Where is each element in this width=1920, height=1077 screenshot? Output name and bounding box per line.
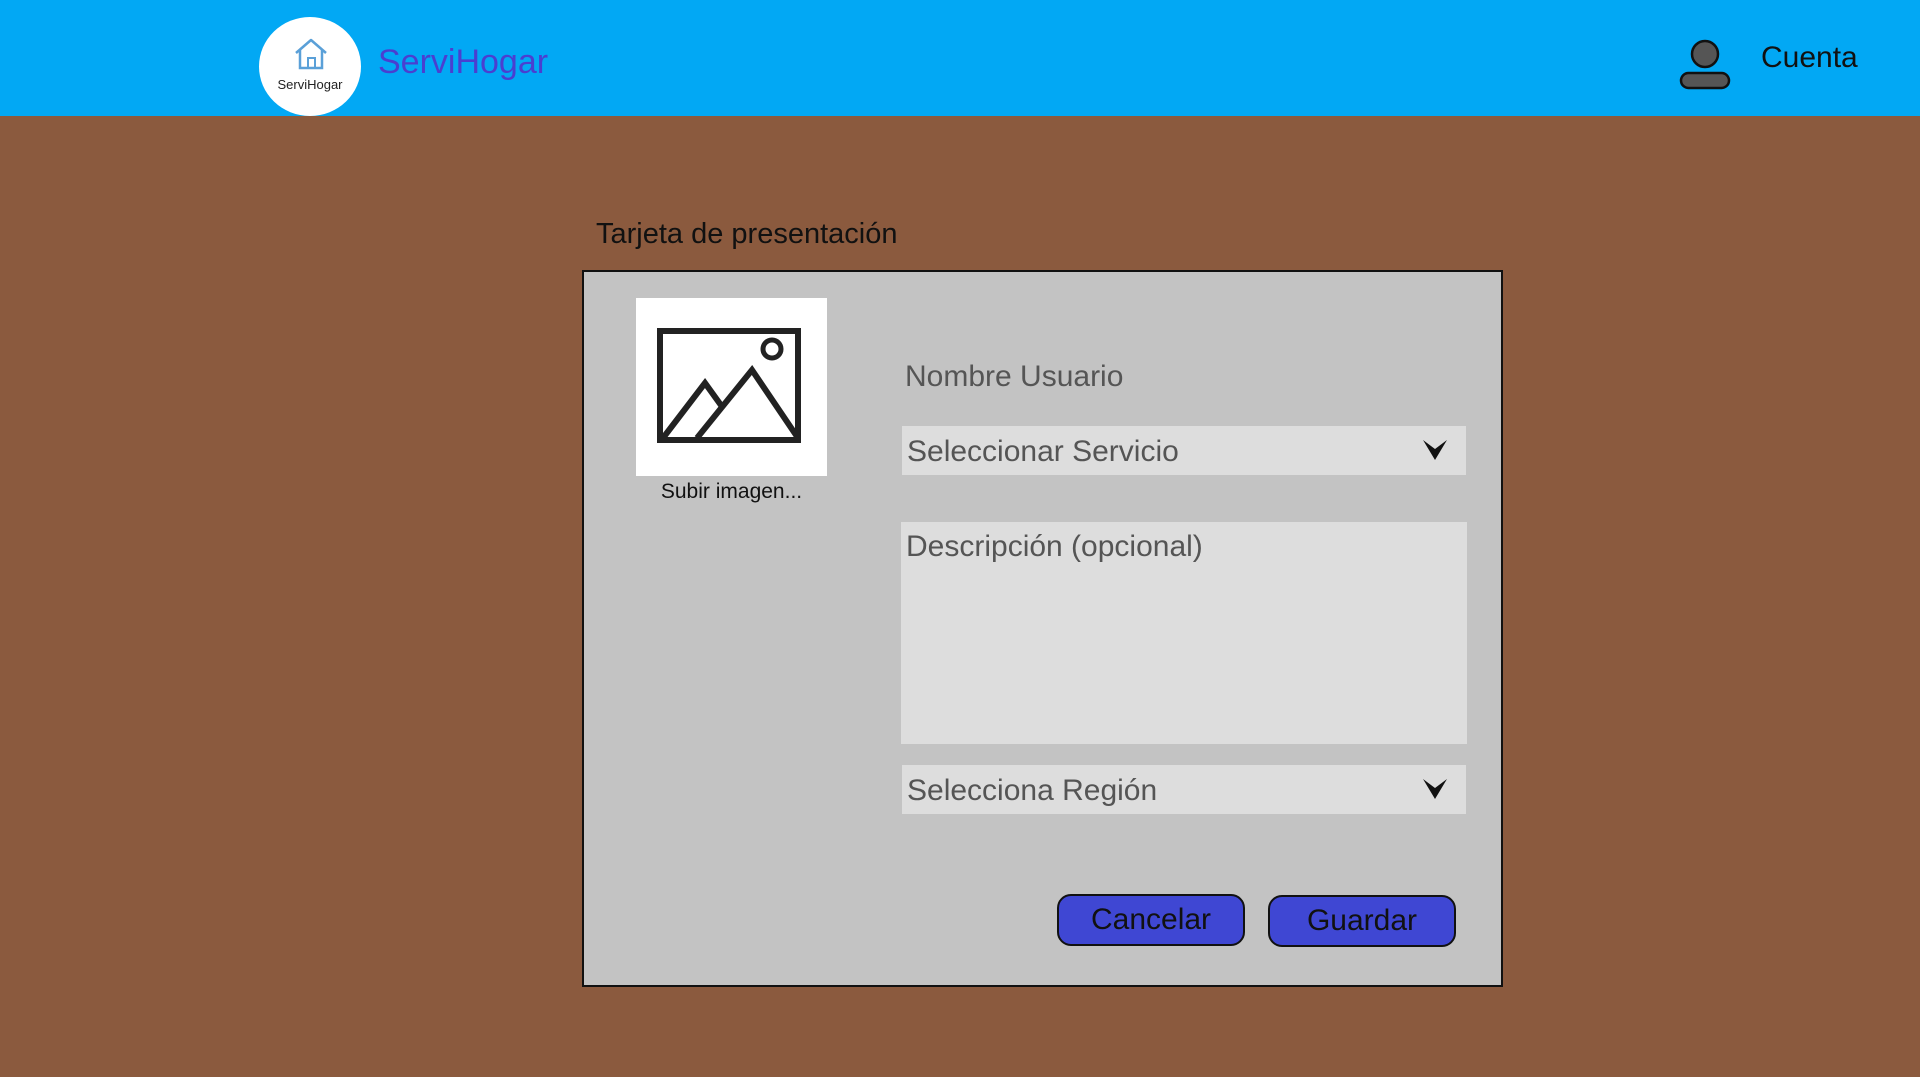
description-placeholder: Descripción (opcional) [906, 530, 1203, 563]
business-card-form: Subir imagen... Nombre Usuario Seleccion… [582, 270, 1503, 987]
chevron-down-icon [1423, 440, 1447, 460]
account-link[interactable]: Cuenta [1761, 41, 1858, 75]
section-title: Tarjeta de presentación [596, 218, 898, 250]
service-select[interactable]: Seleccionar Servicio [902, 426, 1466, 475]
logo[interactable]: ServiHogar [259, 17, 361, 116]
logo-text: ServiHogar [277, 77, 343, 92]
description-textarea[interactable]: Descripción (opcional) [901, 522, 1467, 744]
upload-image-link[interactable]: Subir imagen... [624, 480, 839, 504]
image-upload[interactable] [636, 298, 827, 476]
brand-name[interactable]: ServiHogar [378, 43, 548, 82]
chevron-down-icon [1423, 779, 1447, 799]
save-button[interactable]: Guardar [1268, 895, 1456, 947]
username-label: Nombre Usuario [905, 360, 1124, 393]
house-icon [295, 38, 327, 70]
image-placeholder-icon [657, 328, 801, 443]
top-header: ServiHogar ServiHogar Cuenta [0, 0, 1920, 116]
user-icon[interactable] [1678, 39, 1732, 91]
region-select[interactable]: Selecciona Región [902, 765, 1466, 814]
service-select-value: Seleccionar Servicio [907, 435, 1179, 468]
cancel-button[interactable]: Cancelar [1057, 894, 1245, 946]
region-select-value: Selecciona Región [907, 774, 1158, 807]
